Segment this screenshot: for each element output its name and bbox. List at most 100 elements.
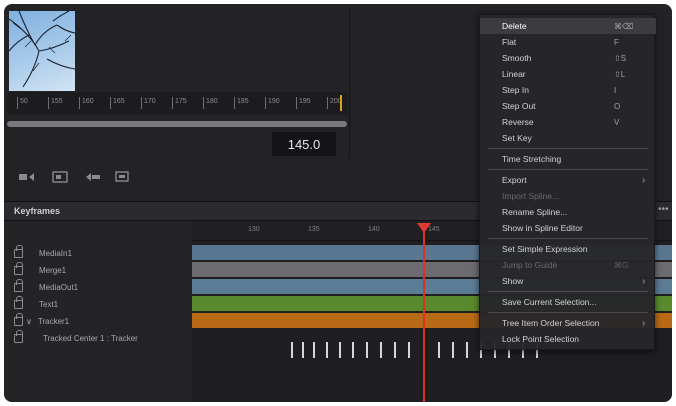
menu-item-linear[interactable]: Linear ⇧L xyxy=(480,66,656,82)
lock-icon[interactable] xyxy=(14,278,23,292)
track-name: Tracked Center 1 : Tracker xyxy=(43,333,138,343)
timeline-label: 130 xyxy=(248,226,260,233)
keyframe-marker[interactable] xyxy=(380,342,382,358)
menu-item-label: Set Key xyxy=(502,133,532,143)
fusion-window: 50 155 160 165 170 175 180 185 190 195 200 145.0 K… xyxy=(4,4,672,402)
menu-shortcut: ⇧L xyxy=(614,69,626,79)
keyframe-marker[interactable] xyxy=(291,342,293,358)
ruler-label: 185 xyxy=(237,98,249,105)
menu-item-set-simple-expression[interactable]: Set Simple Expression xyxy=(480,241,656,257)
menu-item-export[interactable]: Export › xyxy=(480,172,656,188)
timeline-label: 135 xyxy=(308,226,320,233)
menu-item-label: Rename Spline... xyxy=(502,207,568,217)
track-item[interactable]: MediaOut1 xyxy=(14,278,79,295)
ruler-label: 190 xyxy=(268,98,280,105)
track-item[interactable]: Tracked Center 1 : Tracker xyxy=(14,329,138,346)
menu-separator xyxy=(488,238,648,239)
viewer-thumbnail xyxy=(9,11,75,91)
keyframe-marker[interactable] xyxy=(394,342,396,358)
keyframe-marker[interactable] xyxy=(339,342,341,358)
ruler-end-marker xyxy=(340,95,342,111)
menu-item-label: Delete xyxy=(502,21,527,31)
view-icon[interactable] xyxy=(114,170,132,184)
menu-item-label: Time Stretching xyxy=(502,154,562,164)
filter-icon[interactable] xyxy=(52,170,70,184)
track-item[interactable]: ∨ Tracker1 xyxy=(14,312,70,329)
menu-separator xyxy=(488,148,648,149)
keyframes-title: Keyframes xyxy=(14,206,61,216)
menu-item-label: Export xyxy=(502,175,527,185)
menu-item-time-stretching[interactable]: Time Stretching xyxy=(480,151,656,167)
current-time-field[interactable]: 145.0 xyxy=(272,132,336,156)
submenu-arrow-icon: › xyxy=(642,174,646,186)
menu-item-label: Flat xyxy=(502,37,517,47)
keyframe-marker[interactable] xyxy=(352,342,354,358)
lock-icon[interactable] xyxy=(14,244,23,258)
viewer-scrollbar[interactable] xyxy=(7,121,347,127)
keyframe-add-icon[interactable] xyxy=(18,170,36,184)
ruler-label: 155 xyxy=(51,98,63,105)
menu-item-step-in[interactable]: Step In I xyxy=(480,82,656,98)
ruler-label: 175 xyxy=(175,98,187,105)
menu-item-step-out[interactable]: Step Out O xyxy=(480,98,656,114)
menu-item-reverse[interactable]: Reverse V xyxy=(480,114,656,130)
menu-shortcut: V xyxy=(614,117,620,127)
track-name: Tracker1 xyxy=(37,316,70,326)
playhead[interactable] xyxy=(423,231,425,402)
keyframe-marker[interactable] xyxy=(302,342,304,358)
ruler-label: 170 xyxy=(144,98,156,105)
viewer-divider xyxy=(349,8,350,158)
menu-item-tree-item-order-selection[interactable]: Tree Item Order Selection › xyxy=(480,315,656,331)
track-name: Merge1 xyxy=(39,265,67,275)
lock-icon[interactable] xyxy=(14,261,23,275)
menu-item-label: Tree Item Order Selection xyxy=(502,318,600,328)
viewer-ruler[interactable]: 50 155 160 165 170 175 180 185 190 195 200 xyxy=(7,92,347,114)
keyframe-nav-icon[interactable] xyxy=(84,170,102,184)
playhead-handle[interactable] xyxy=(417,223,431,233)
track-item[interactable]: Text1 xyxy=(14,295,59,312)
submenu-arrow-icon: › xyxy=(642,317,646,329)
menu-item-import-spline[interactable]: Import Spline... xyxy=(480,188,656,204)
context-menu: Delete ⌘⌫ Flat F Smooth ⇧S Linear ⇧L Step In I Ste… xyxy=(479,14,656,350)
keyframe-marker[interactable] xyxy=(408,342,410,358)
lock-icon[interactable] xyxy=(14,329,23,343)
menu-item-show-in-spline-editor[interactable]: Show in Spline Editor xyxy=(480,220,656,236)
ruler-label: 165 xyxy=(113,98,125,105)
panel-options-icon[interactable]: ••• xyxy=(658,204,669,215)
keyframe-marker[interactable] xyxy=(366,342,368,358)
menu-item-rename-spline[interactable]: Rename Spline... xyxy=(480,204,656,220)
ruler-label: 195 xyxy=(299,98,311,105)
track-name: MediaIn1 xyxy=(39,248,72,258)
menu-separator xyxy=(488,169,648,170)
menu-item-flat[interactable]: Flat F xyxy=(480,34,656,50)
menu-item-label: Jump to Guide xyxy=(502,260,558,270)
menu-item-save-current-selection[interactable]: Save Current Selection... xyxy=(480,294,656,310)
menu-item-label: Reverse xyxy=(502,117,534,127)
menu-item-delete[interactable]: Delete ⌘⌫ xyxy=(480,18,656,34)
track-item[interactable]: MediaIn1 xyxy=(14,244,72,261)
menu-item-smooth[interactable]: Smooth ⇧S xyxy=(480,50,656,66)
menu-item-jump-to-guide[interactable]: Jump to Guide ⌘G xyxy=(480,257,656,273)
keyframe-marker[interactable] xyxy=(438,342,440,358)
menu-item-lock-point-selection[interactable]: Lock Point Selection xyxy=(480,331,656,347)
menu-separator xyxy=(488,312,648,313)
menu-item-show[interactable]: Show › xyxy=(480,273,656,289)
track-list: MediaIn1 Merge1 MediaOut1 Text1 ∨ Tracker1 Tra… xyxy=(4,221,192,402)
track-name: MediaOut1 xyxy=(39,282,79,292)
lock-icon[interactable] xyxy=(14,312,23,326)
menu-item-label: Save Current Selection... xyxy=(502,297,597,307)
submenu-arrow-icon: › xyxy=(642,275,646,287)
menu-item-label: Set Simple Expression xyxy=(502,244,588,254)
expand-chevron-icon[interactable]: ∨ xyxy=(26,317,32,326)
lock-icon[interactable] xyxy=(14,295,23,309)
menu-item-set-key[interactable]: Set Key xyxy=(480,130,656,146)
keyframe-marker[interactable] xyxy=(313,342,315,358)
keyframe-marker[interactable] xyxy=(466,342,468,358)
menu-shortcut: ⌘⌫ xyxy=(614,21,634,31)
track-name: Text1 xyxy=(39,299,59,309)
keyframe-marker[interactable] xyxy=(326,342,328,358)
timeline-label: 140 xyxy=(368,226,380,233)
menu-separator xyxy=(488,291,648,292)
keyframe-marker[interactable] xyxy=(452,342,454,358)
track-item[interactable]: Merge1 xyxy=(14,261,67,278)
